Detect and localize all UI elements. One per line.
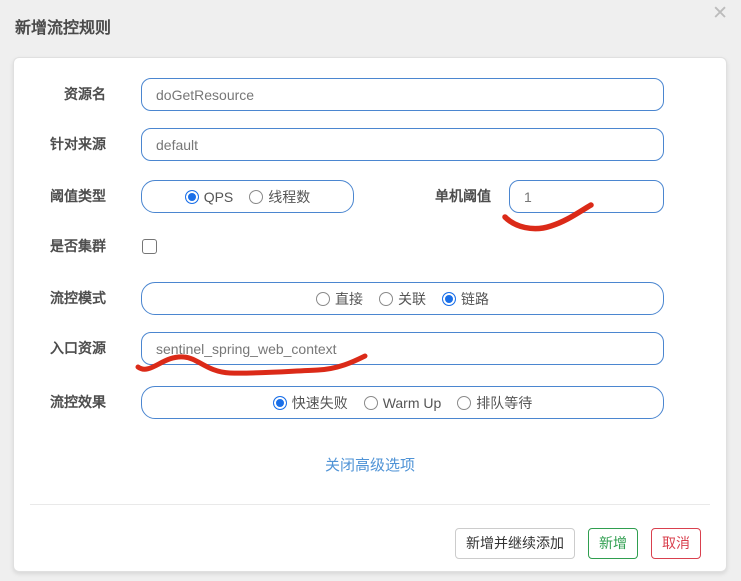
radio-icon-chain [442,291,456,306]
radio-label: 排队等待 [476,394,533,411]
flow-effect-label: 流控效果 [50,394,106,410]
radio-option-direct[interactable]: 直接 [316,289,363,309]
cluster-label: 是否集群 [50,238,106,254]
resource-name-label: 资源名 [64,86,106,102]
origin-input[interactable] [141,128,664,161]
radio-option-warm-up[interactable]: Warm Up [363,394,442,411]
radio-icon-associate [379,291,393,306]
radio-icon-warm-up [363,395,378,410]
radio-option-qps[interactable]: QPS [184,188,234,205]
add-button[interactable]: 新增 [588,528,638,559]
radio-option-associate[interactable]: 关联 [379,289,426,309]
radio-icon-queue [457,395,472,410]
cluster-checkbox[interactable] [142,239,157,254]
radio-label: 关联 [398,290,426,307]
entry-resource-label: 入口资源 [50,340,106,356]
continue-add-button[interactable]: 新增并继续添加 [455,528,575,559]
radio-label: 直接 [335,290,363,307]
threshold-type-group: QPS 线程数 [141,180,354,213]
modal-panel: 资源名 针对来源 阈值类型 QPS 线程数 单机阈值 是否集群 流控模式 直接 … [13,57,727,572]
radio-option-thread[interactable]: 线程数 [249,187,310,207]
flow-mode-label: 流控模式 [50,290,106,306]
entry-resource-input[interactable] [141,332,664,365]
threshold-type-label: 阈值类型 [50,188,106,204]
radio-label: Warm Up [382,394,442,411]
radio-icon-direct [316,291,330,306]
single-machine-threshold-input[interactable] [509,180,664,213]
radio-option-queue[interactable]: 排队等待 [457,393,532,413]
radio-icon-fast-fail [272,395,287,410]
footer-divider [30,504,710,505]
origin-label: 针对来源 [50,136,106,152]
resource-name-input[interactable] [141,78,664,111]
radio-icon-thread [249,189,264,204]
close-icon[interactable]: ✕ [712,2,728,25]
flow-mode-group: 直接 关联 链路 [141,282,664,315]
single-machine-threshold-label: 单机阈值 [435,188,491,204]
dialog-title: 新增流控规则 [15,20,112,37]
radio-option-chain[interactable]: 链路 [442,289,489,309]
footer-buttons: 新增并继续添加 新增 取消 [455,528,701,559]
advanced-options-link[interactable]: 关闭高级选项 [14,454,726,475]
flow-effect-group: 快速失败 Warm Up 排队等待 [141,386,664,419]
cancel-button[interactable]: 取消 [651,528,701,559]
radio-label: 线程数 [268,188,311,205]
radio-label: QPS [203,188,234,205]
radio-label: 快速失败 [291,394,348,411]
radio-option-fast-fail[interactable]: 快速失败 [272,393,348,413]
radio-icon-qps [184,189,199,204]
radio-label: 链路 [461,290,489,307]
